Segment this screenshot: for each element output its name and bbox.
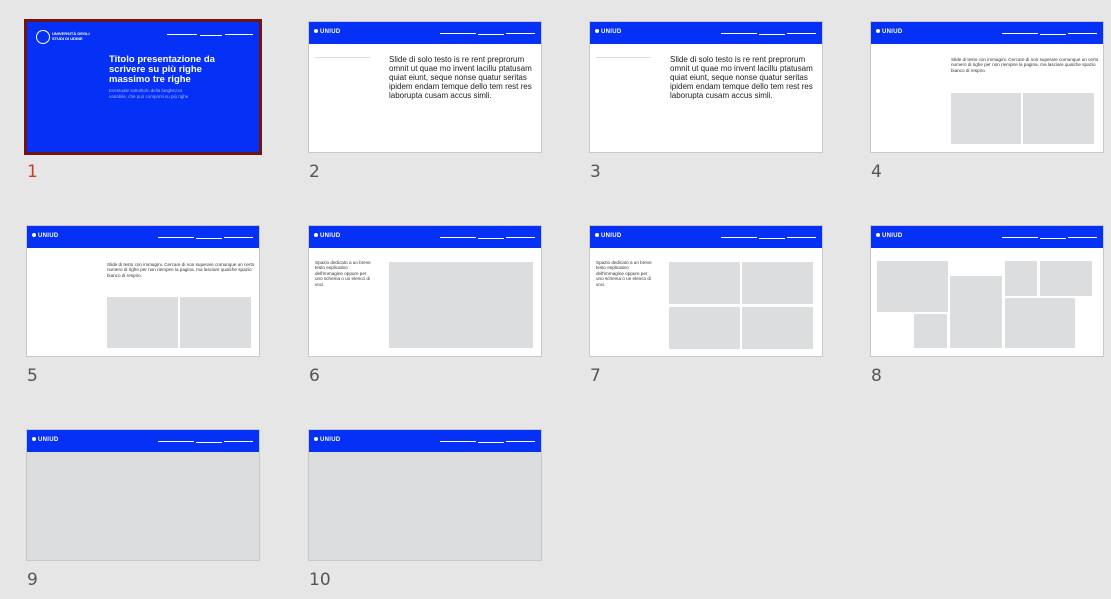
decorative-lines — [167, 34, 253, 36]
slide-preview[interactable]: UNIUD — [27, 430, 259, 560]
slide-number: 8 — [871, 366, 882, 386]
slide-subtitle: Eventuale sottotitolo della lunghezza va… — [109, 88, 189, 99]
slide-thumbnail-2[interactable]: UNIUD Slide di solo testo is re rent pre… — [309, 22, 541, 182]
slide-preview[interactable]: UNIUD — [871, 226, 1103, 356]
slide-thumbnail-1[interactable]: UNIVERSITÀ DEGLI STUDI DI UDINE Titolo p… — [27, 22, 259, 182]
image-placeholder — [389, 262, 533, 348]
slide-thumbnail-3[interactable]: UNIUD Slide di solo testo is re rent pre… — [590, 22, 822, 182]
slide-thumbnail-4[interactable]: UNIUD Slide di testo con immagini. Cerca… — [871, 22, 1103, 182]
image-placeholder — [27, 452, 259, 560]
image-placeholder — [1005, 261, 1037, 296]
image-placeholder — [877, 261, 948, 312]
slide-preview[interactable]: UNIUD — [309, 430, 541, 560]
decorative-lines — [1002, 237, 1097, 240]
image-placeholder — [309, 452, 541, 560]
brand-label: UNIUD — [595, 29, 622, 35]
decorative-lines — [721, 33, 816, 36]
slide-thumbnail-7[interactable]: UNIUD Spazio dedicato a un breve testo e… — [590, 226, 822, 386]
slide-thumbnail-8[interactable]: UNIUD 8 — [871, 226, 1103, 386]
header-bar: UNIUD — [871, 22, 1103, 44]
slide-number: 5 — [27, 366, 38, 386]
slide-preview[interactable]: UNIVERSITÀ DEGLI STUDI DI UDINE Titolo p… — [27, 22, 259, 152]
brand-label: UNIUD — [314, 437, 341, 443]
divider — [315, 57, 370, 58]
header-bar: UNIUD — [309, 226, 541, 248]
image-placeholder — [1023, 93, 1094, 144]
header-bar: UNIUD — [27, 430, 259, 452]
slide-number: 2 — [309, 162, 320, 182]
decorative-lines — [158, 237, 253, 240]
slide-thumbnail-5[interactable]: UNIUD Slide di testo con immagini. Cerca… — [27, 226, 259, 386]
slide-title: Titolo presentazione da scrivere su più … — [109, 54, 215, 85]
university-logo-icon — [36, 30, 50, 44]
image-placeholder — [950, 276, 1002, 348]
image-placeholder — [180, 297, 251, 348]
image-placeholder — [669, 307, 740, 349]
slide-number: 3 — [590, 162, 601, 182]
brand-label: UNIUD — [32, 437, 59, 443]
decorative-lines — [440, 237, 535, 240]
slide-number: 9 — [27, 570, 38, 590]
slide-number: 6 — [309, 366, 320, 386]
image-placeholder — [742, 262, 813, 304]
slide-preview[interactable]: UNIUD Slide di testo con immagini. Cerca… — [871, 22, 1103, 152]
slide-number: 10 — [309, 570, 331, 590]
decorative-lines — [1002, 33, 1097, 36]
header-bar: UNIUD — [309, 430, 541, 452]
slide-body-text: Slide di solo testo is re rent preprorum… — [389, 55, 532, 100]
image-placeholder — [914, 314, 947, 348]
university-name: UNIVERSITÀ DEGLI STUDI DI UDINE — [52, 31, 90, 41]
decorative-lines — [440, 33, 535, 36]
image-placeholder — [951, 93, 1021, 144]
slide-body-text: Slide di solo testo is re rent preprorum… — [670, 55, 813, 100]
slide-preview[interactable]: UNIUD Slide di testo con immagini. Cerca… — [27, 226, 259, 356]
decorative-lines — [440, 441, 535, 444]
image-placeholder — [107, 297, 178, 348]
brand-label: UNIUD — [595, 233, 622, 239]
brand-label: UNIUD — [32, 233, 59, 239]
header-bar: UNIUD — [27, 226, 259, 248]
brand-label: UNIUD — [314, 29, 341, 35]
slide-body-text: Slide di testo con immagini. Cercare di … — [951, 57, 1099, 73]
image-placeholder — [742, 307, 813, 349]
header-bar: UNIUD — [871, 226, 1103, 248]
slide-number: 1 — [27, 162, 38, 182]
slide-side-text: Spazio dedicato a un breve testo esplica… — [315, 260, 371, 287]
title-background — [27, 22, 259, 152]
image-placeholder — [669, 262, 740, 304]
image-placeholder — [1005, 298, 1075, 348]
brand-label: UNIUD — [314, 233, 341, 239]
image-placeholder — [1040, 261, 1092, 296]
slide-body-text: Slide di testo con immagini. Cercare di … — [107, 262, 255, 278]
slide-preview[interactable]: UNIUD Spazio dedicato a un breve testo e… — [590, 226, 822, 356]
divider — [596, 57, 651, 58]
slide-thumbnail-6[interactable]: UNIUD Spazio dedicato a un breve testo e… — [309, 226, 541, 386]
slide-preview[interactable]: UNIUD Slide di solo testo is re rent pre… — [309, 22, 541, 152]
header-bar: UNIUD — [309, 22, 541, 44]
header-bar: UNIUD — [590, 22, 822, 44]
slide-side-text: Spazio dedicato a un breve testo esplica… — [596, 260, 652, 287]
decorative-lines — [158, 441, 253, 444]
slide-number: 7 — [590, 366, 601, 386]
slide-preview[interactable]: UNIUD Slide di solo testo is re rent pre… — [590, 22, 822, 152]
slide-preview[interactable]: UNIUD Spazio dedicato a un breve testo e… — [309, 226, 541, 356]
header-bar: UNIUD — [590, 226, 822, 248]
slide-thumbnail-9[interactable]: UNIUD 9 — [27, 430, 259, 590]
slide-number: 4 — [871, 162, 882, 182]
decorative-lines — [721, 237, 816, 240]
brand-label: UNIUD — [876, 233, 903, 239]
slide-thumbnail-10[interactable]: UNIUD 10 — [309, 430, 541, 590]
brand-label: UNIUD — [876, 29, 903, 35]
